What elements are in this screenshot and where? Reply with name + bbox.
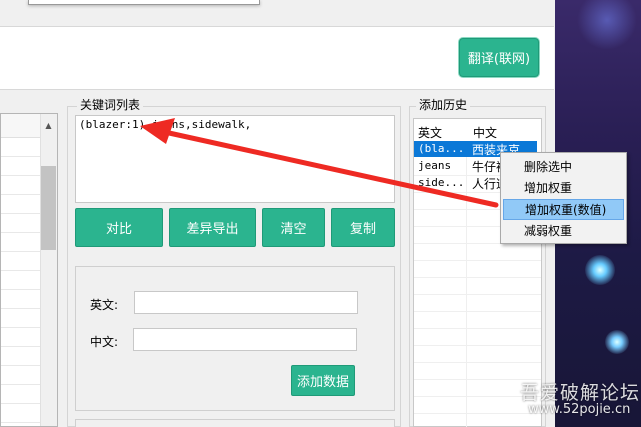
english-label: 英文: [90,298,119,312]
add-history-title: 添加历史 [416,99,471,112]
history-row-en[interactable]: jeans [418,159,464,172]
history-column-chinese[interactable]: 中文 [473,124,497,141]
vertical-scrollbar[interactable] [40,114,57,426]
grid-line [414,345,541,346]
light-glow [577,0,637,50]
history-row-zh[interactable]: 人行道 [472,175,500,192]
light-glow [585,255,615,285]
add-data-button[interactable]: 添加数据 [291,365,355,396]
window-edge [28,0,260,5]
chinese-label: 中文: [90,335,119,349]
light-glow [605,330,629,354]
keyword-list-title: 关键词列表 [77,99,144,112]
keyword-textarea[interactable]: (blazer:1),jeans,sidewalk, [75,115,395,203]
history-row-zh[interactable]: 牛仔裤 [472,158,500,175]
history-row-en[interactable]: side... [418,176,464,189]
watermark-url: www.52pojie.cn [528,402,631,417]
grid-line [414,260,541,261]
grid-line [414,294,541,295]
chinese-input[interactable] [133,328,357,351]
export-diff-button[interactable]: 差异导出 [169,208,256,247]
watermark-name: 吾爱破解论坛 [520,382,641,404]
history-row-en[interactable]: (bla... [418,142,464,155]
grid-line [414,277,541,278]
compare-button[interactable]: 对比 [75,208,163,247]
context-menu: 删除选中 增加权重 增加权重(数值) 减弱权重 [500,152,627,244]
menu-item-increase-weight-value[interactable]: 增加权重(数值) [503,199,624,220]
grid-line [414,413,541,414]
menu-item-decrease-weight[interactable]: 减弱权重 [501,221,626,242]
copy-button[interactable]: 复制 [331,208,395,247]
grid-line [414,311,541,312]
clear-button[interactable]: 清空 [262,208,325,247]
scroll-up-arrow-icon[interactable]: ▲ [40,116,57,134]
menu-item-delete-selected[interactable]: 删除选中 [501,157,626,178]
column-divider [466,141,467,427]
english-input[interactable] [134,291,358,314]
translate-online-button[interactable]: 翻译(联网) [459,38,539,77]
history-column-english[interactable]: 英文 [418,124,442,141]
menu-item-increase-weight[interactable]: 增加权重 [501,178,626,199]
scrollbar-thumb[interactable] [41,166,56,250]
lower-panel-edge [75,419,395,427]
grid-line [414,328,541,329]
grid-line [414,362,541,363]
